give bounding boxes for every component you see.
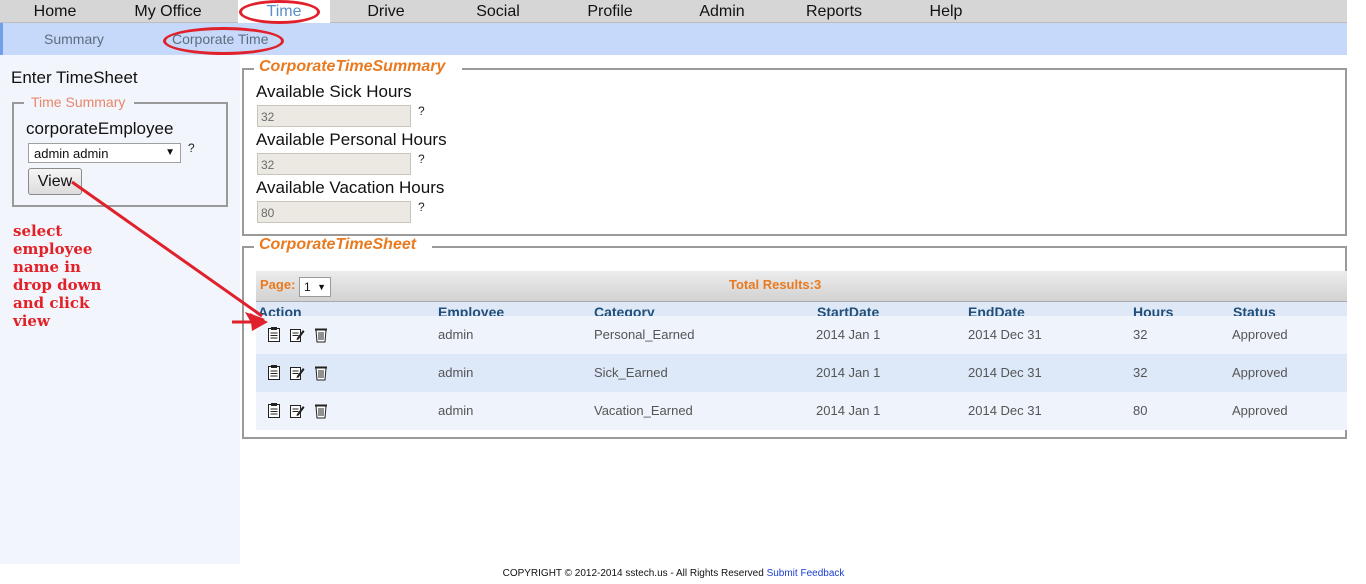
cell-employee: admin xyxy=(438,327,474,342)
table-row: admin Sick_Earned 2014 Jan 1 2014 Dec 31… xyxy=(256,354,1348,392)
table-row: admin Personal_Earned 2014 Jan 1 2014 De… xyxy=(256,316,1348,354)
footer: COPYRIGHT © 2012-2014 sstech.us - All Ri… xyxy=(0,564,1347,584)
cell-startdate: 2014 Jan 1 xyxy=(816,365,881,380)
view-icon[interactable] xyxy=(266,326,282,343)
edit-icon[interactable] xyxy=(289,364,305,381)
employee-help[interactable]: ? xyxy=(188,141,195,155)
sick-hours-input[interactable]: 32 xyxy=(257,105,411,127)
subnav-edge xyxy=(0,23,3,55)
employee-select-value: admin admin xyxy=(34,146,109,161)
tab-my-office[interactable]: My Office xyxy=(110,0,226,23)
annotation-instruction: select employee name in drop down and cl… xyxy=(13,222,102,330)
cell-employee: admin xyxy=(438,403,474,418)
cell-hours: 80 xyxy=(1133,403,1148,418)
delete-icon[interactable] xyxy=(313,402,329,419)
corporate-time-summary: CorporateTimeSummary Available Sick Hour… xyxy=(242,58,1347,236)
view-icon[interactable] xyxy=(266,402,282,419)
cell-status: Approved xyxy=(1232,403,1288,418)
edit-icon[interactable] xyxy=(289,326,305,343)
personal-hours-label: Available Personal Hours xyxy=(256,130,447,149)
vacation-hours-help[interactable]: ? xyxy=(418,200,425,214)
enter-timesheet-title: Enter TimeSheet xyxy=(11,68,138,87)
table-row: admin Vacation_Earned 2014 Jan 1 2014 De… xyxy=(256,392,1348,430)
tab-social[interactable]: Social xyxy=(442,0,554,23)
time-summary-legend: Time Summary xyxy=(30,94,127,110)
cell-status: Approved xyxy=(1232,365,1288,380)
tab-time[interactable]: Time xyxy=(238,0,330,23)
sick-hours-help[interactable]: ? xyxy=(418,104,425,118)
view-button[interactable]: View xyxy=(28,168,82,195)
cell-category: Vacation_Earned xyxy=(594,403,693,418)
total-results: Total Results:3 xyxy=(729,277,822,292)
cell-enddate: 2014 Dec 31 xyxy=(968,365,1042,380)
dropdown-arrow-icon: ▼ xyxy=(317,282,326,292)
cell-employee: admin xyxy=(438,365,474,380)
copyright-text: COPYRIGHT © 2012-2014 sstech.us - All Ri… xyxy=(502,568,764,579)
pager-bar: Page: 1 ▼ Total Results:3 xyxy=(256,271,1348,302)
right-margin xyxy=(1347,0,1366,584)
personal-hours-input[interactable]: 32 xyxy=(257,153,411,175)
page-label: Page: xyxy=(260,277,296,292)
sub-navigation: Summary Corporate Time xyxy=(0,23,1347,55)
page-select[interactable]: 1 ▼ xyxy=(299,277,331,297)
tab-help[interactable]: Help xyxy=(890,0,1002,23)
top-navigation: Home My Office Time Drive Social Profile… xyxy=(0,0,1347,23)
edit-icon[interactable] xyxy=(289,402,305,419)
submit-feedback-link[interactable]: Submit Feedback xyxy=(767,568,845,579)
time-summary-box: Time Summary corporateEmployee admin adm… xyxy=(12,94,228,207)
cell-startdate: 2014 Jan 1 xyxy=(816,403,881,418)
left-panel: Enter TimeSheet Time Summary corporateEm… xyxy=(0,55,240,564)
timesheet-legend: CorporateTimeSheet xyxy=(258,236,418,254)
subnav-item-corporate-time[interactable]: Corporate Time xyxy=(172,31,268,47)
delete-icon[interactable] xyxy=(313,326,329,343)
tab-reports[interactable]: Reports xyxy=(778,0,890,23)
cell-status: Approved xyxy=(1232,327,1288,342)
view-icon[interactable] xyxy=(266,364,282,381)
cell-startdate: 2014 Jan 1 xyxy=(816,327,881,342)
cell-enddate: 2014 Dec 31 xyxy=(968,327,1042,342)
tab-profile[interactable]: Profile xyxy=(554,0,666,23)
corporate-time-sheet: CorporateTimeSheet Page: 1 ▼ Total Resul… xyxy=(242,236,1348,439)
corporate-employee-label: corporateEmployee xyxy=(26,119,174,138)
delete-icon[interactable] xyxy=(313,364,329,381)
page-select-value: 1 xyxy=(304,280,311,294)
summary-legend: CorporateTimeSummary xyxy=(258,58,447,76)
cell-hours: 32 xyxy=(1133,365,1148,380)
cell-enddate: 2014 Dec 31 xyxy=(968,403,1042,418)
personal-hours-help[interactable]: ? xyxy=(418,152,425,166)
cell-category: Personal_Earned xyxy=(594,327,695,342)
subnav-item-summary[interactable]: Summary xyxy=(44,31,104,47)
vacation-hours-input[interactable]: 80 xyxy=(257,201,411,223)
dropdown-arrow-icon: ▼ xyxy=(165,147,175,158)
tab-drive[interactable]: Drive xyxy=(330,0,442,23)
sick-hours-label: Available Sick Hours xyxy=(256,82,412,101)
vacation-hours-label: Available Vacation Hours xyxy=(256,178,445,197)
tab-admin[interactable]: Admin xyxy=(666,0,778,23)
cell-hours: 32 xyxy=(1133,327,1148,342)
cell-category: Sick_Earned xyxy=(594,365,668,380)
tab-home[interactable]: Home xyxy=(0,0,110,23)
employee-select[interactable]: admin admin ▼ xyxy=(28,143,181,163)
